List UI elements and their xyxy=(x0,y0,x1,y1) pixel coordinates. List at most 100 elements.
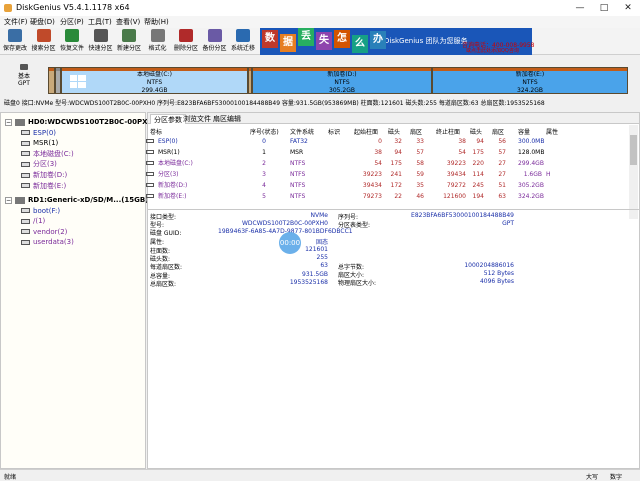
toolbar-label: 备份分区 xyxy=(202,45,227,52)
table-header[interactable]: 文件系统 xyxy=(290,127,314,136)
table-header[interactable]: 起始柱面 xyxy=(354,127,378,136)
menu-tools[interactable]: 工具(T) xyxy=(88,17,112,27)
tree-partition-node[interactable]: userdata(3) xyxy=(21,237,74,247)
toolbar-button-7[interactable]: 备份分区 xyxy=(202,29,228,54)
detail-value: 1953525168 xyxy=(289,278,328,286)
disk-tree[interactable]: − HD0:WDCWDS100T2B0C-00PXH0(93 ESP(0) MSR(1… xyxy=(0,112,171,469)
maximize-button[interactable]: □ xyxy=(592,0,616,16)
table-cell: 27 xyxy=(498,160,506,167)
tree-partition-node[interactable]: vendor(2) xyxy=(21,227,67,237)
disk-map: 基本 GPT 本地磁盘(C:) NTFS 299.4GB 新加卷(D:) NTF… xyxy=(0,56,640,98)
banner-qq: 或点击此处添加QQ咨询 xyxy=(466,48,519,54)
table-row[interactable]: ESP(0) 0 FAT32 0 32 33 38 94 56 300.0MB xyxy=(146,136,626,147)
disk-type-indicator[interactable]: 基本 GPT xyxy=(4,60,44,96)
search-partition-icon xyxy=(36,29,51,42)
diskmap-partition-c[interactable]: 本地磁盘(C:) NTFS 299.4GB xyxy=(61,67,248,94)
table-cell: ESP(0) xyxy=(158,138,178,145)
diskmap-esp[interactable] xyxy=(48,67,55,94)
recover-files-icon xyxy=(65,29,79,42)
table-row[interactable]: MSR(1) 1 MSR 38 94 57 54 175 57 128.0MB xyxy=(146,147,626,158)
detail-value: 121601 xyxy=(305,246,328,253)
tree-partition-node[interactable]: /(1) xyxy=(21,216,45,226)
table-row[interactable]: 新加卷(E:) 5 NTFS 79273 22 46 121600 194 63 324.2GB xyxy=(146,191,626,202)
table-cell: 32 xyxy=(394,138,402,145)
table-row[interactable]: 新加卷(D:) 4 NTFS 39434 172 35 79272 245 51 305.2GB xyxy=(146,180,626,191)
partition-row-icon xyxy=(146,183,154,187)
ad-banner[interactable]: DiskGenius 团队为您服务 咨询电话：400-008-9958 或点击此… xyxy=(260,28,535,55)
table-header[interactable]: 属性 xyxy=(546,127,558,136)
tree-node-label: boot(F:) xyxy=(33,206,61,215)
menu-help[interactable]: 帮助(H) xyxy=(144,17,169,27)
table-cell: 39434 xyxy=(446,171,466,178)
table-header[interactable]: 扇区 xyxy=(492,127,504,136)
table-header[interactable]: 卷标 xyxy=(150,127,162,136)
panel-tabs: 分区参数 浏览文件 扇区编辑 xyxy=(148,113,639,124)
collapse-toggle-icon[interactable]: − xyxy=(5,196,12,204)
tree-partition-node[interactable]: 分区(3) xyxy=(21,159,57,169)
tree-node-label: 新加卷(E:) xyxy=(33,181,67,190)
table-header[interactable]: 终止柱面 xyxy=(436,127,460,136)
toolbar-label: 保存更改 xyxy=(2,45,27,52)
tab-browse-files[interactable]: 浏览文件 xyxy=(180,114,214,124)
toolbar-button-5[interactable]: 格式化 xyxy=(145,29,171,54)
menu-file[interactable]: 文件(F) xyxy=(4,17,28,27)
menu-view[interactable]: 查看(V) xyxy=(116,17,140,27)
tree-disk-node[interactable]: − RD1:Generic-xD/SD/M...(15GB) xyxy=(5,195,148,205)
tree-partition-node[interactable]: ESP(0) xyxy=(21,128,56,138)
toolbar-button-6[interactable]: 删除分区 xyxy=(173,29,199,54)
table-cell: FAT32 xyxy=(290,138,308,145)
tree-partition-node[interactable]: MSR(1) xyxy=(21,138,58,148)
scrollbar-thumb[interactable] xyxy=(630,135,637,165)
diskmap-partition-d[interactable]: 新加卷(D:) NTFS 305.2GB xyxy=(252,67,432,94)
close-button[interactable]: ✕ xyxy=(616,0,640,16)
table-cell: 39223 xyxy=(362,171,382,178)
table-cell: 300.0MB xyxy=(518,138,545,145)
table-cell: 57 xyxy=(416,149,424,156)
save-icon xyxy=(8,29,22,42)
partition-icon xyxy=(21,239,30,245)
tab-sector-edit[interactable]: 扇区编辑 xyxy=(210,114,244,124)
toolbar-label: 格式化 xyxy=(148,45,167,52)
toolbar-button-8[interactable]: 系统迁移 xyxy=(230,29,256,54)
table-header[interactable]: 标识 xyxy=(328,127,340,136)
partition-e-fs: NTFS xyxy=(522,79,538,86)
toolbar-button-2[interactable]: 恢复文件 xyxy=(59,29,85,54)
disk-info-bar: 磁盘0 接口:NVMe 型号:WDCWDS100T2B0C-00PXH0 序列号… xyxy=(0,99,640,109)
collapse-toggle-icon[interactable]: − xyxy=(5,118,12,126)
minimize-button[interactable]: — xyxy=(568,0,592,16)
tree-partition-node[interactable]: 新加卷(D:) xyxy=(21,170,67,180)
toolbar-button-4[interactable]: 新建分区 xyxy=(116,29,142,54)
toolbar-button-1[interactable]: 搜索分区 xyxy=(31,29,57,54)
menu-bar: 文件(F) 硬盘(D) 分区(P) 工具(T) 查看(V) 帮助(H) xyxy=(0,16,640,28)
table-header[interactable]: 扇区 xyxy=(410,127,422,136)
tree-partition-node[interactable]: 新加卷(E:) xyxy=(21,181,66,191)
table-header[interactable]: 序号(状态) xyxy=(250,127,279,136)
table-scrollbar[interactable] xyxy=(629,125,638,219)
tree-partition-node[interactable]: 本地磁盘(C:) xyxy=(21,149,74,159)
table-header[interactable]: 磁头 xyxy=(470,127,482,136)
backup-partition-icon xyxy=(207,29,222,42)
table-row[interactable]: 分区(3) 3 NTFS 39223 241 59 39434 114 27 1.6GB H xyxy=(146,169,626,180)
table-cell: NTFS xyxy=(290,171,306,178)
table-cell: 0 xyxy=(262,138,266,145)
menu-partition[interactable]: 分区(P) xyxy=(60,17,84,27)
table-cell: 54 xyxy=(374,160,382,167)
partition-row-icon xyxy=(146,139,154,143)
table-cell: 194 xyxy=(472,193,484,200)
table-header[interactable]: 磁头 xyxy=(388,127,400,136)
table-row[interactable]: 本地磁盘(C:) 2 NTFS 54 175 58 39223 220 27 299.4GB xyxy=(146,158,626,169)
menu-disk[interactable]: 硬盘(D) xyxy=(30,17,55,27)
tree-node-label: ESP(0) xyxy=(33,128,57,137)
table-cell: 128.0MB xyxy=(518,149,545,156)
detail-value: 255 xyxy=(316,254,328,262)
system-migration-icon xyxy=(236,29,250,42)
table-cell: 175 xyxy=(472,149,484,156)
partition-table-label: GPT xyxy=(18,80,30,87)
diskmap-partition-e[interactable]: 新加卷(E:) NTFS 324.2GB xyxy=(432,67,628,94)
toolbar-button-3[interactable]: 快速分区 xyxy=(88,29,114,54)
tree-partition-node[interactable]: boot(F:) xyxy=(21,206,60,216)
table-header[interactable]: 容量 xyxy=(518,127,530,136)
detail-value: 4096 Bytes xyxy=(479,278,514,286)
toolbar-button-0[interactable]: 保存更改 xyxy=(2,29,28,54)
status-bar: 就绪 大写 数字 xyxy=(0,469,640,481)
